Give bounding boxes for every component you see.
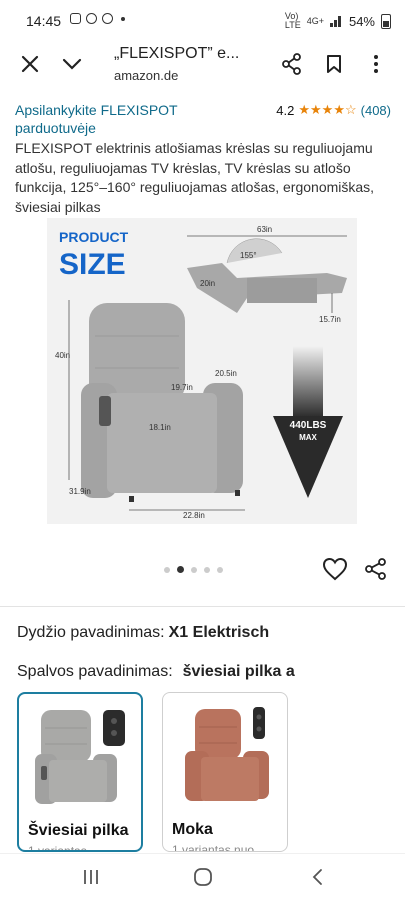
network-type: 4G+ xyxy=(306,15,324,26)
dim-20: 20in xyxy=(200,279,215,288)
light-grey-chair-thumbnail xyxy=(35,710,125,804)
share-icon[interactable] xyxy=(278,50,306,78)
color-label: Spalvos pavadinimas: xyxy=(17,663,173,680)
color-option-subtext: 1 variantas nuo xyxy=(172,843,255,852)
close-icon[interactable] xyxy=(16,50,44,78)
more-notifications-icon xyxy=(121,16,125,21)
dim-205: 20.5in xyxy=(215,369,237,378)
dim-228: 22.8in xyxy=(183,511,205,520)
dim-40: 40in xyxy=(55,351,70,360)
carousel-dot[interactable] xyxy=(164,566,170,573)
rating[interactable]: 4.2 ★★★★☆ (408) xyxy=(276,102,391,118)
heart-icon[interactable] xyxy=(322,557,348,586)
color-option-name: Moka xyxy=(172,821,213,838)
carousel-dot[interactable] xyxy=(177,566,184,573)
color-option-mocha[interactable]: Moka 1 variantas nuo xyxy=(162,692,288,852)
dim-157: 15.7in xyxy=(319,315,341,324)
more-options-icon[interactable] xyxy=(362,50,390,78)
dim-319: 31.9in xyxy=(69,487,91,496)
mocha-chair-thumbnail xyxy=(185,707,269,801)
volte-icon: Vo) LTE xyxy=(284,11,301,30)
page-url: amazon.de xyxy=(114,68,179,83)
carousel-dot[interactable] xyxy=(217,566,223,573)
product-image[interactable]: PRODUCT SIZE 63in 155° 20in 15.7in 40in … xyxy=(47,218,357,524)
sync-icon xyxy=(102,13,113,24)
store-link[interactable]: Apsilankykite FLEXISPOT parduotuvėje xyxy=(15,101,235,137)
star-rating-icon: ★★★★☆ xyxy=(298,102,357,117)
carousel-dot[interactable] xyxy=(191,566,197,573)
dim-181: 18.1in xyxy=(149,423,171,432)
weight-line1: 440LBS xyxy=(290,420,327,431)
color-option-subtext: 1 variantas xyxy=(28,844,87,852)
rating-value: 4.2 xyxy=(276,102,295,118)
recent-apps-icon[interactable] xyxy=(79,867,103,887)
dim-63: 63in xyxy=(257,225,272,234)
home-icon[interactable] xyxy=(191,867,215,887)
weight-line2: MAX xyxy=(299,433,317,442)
size-label: Dydžio pavadinimas: xyxy=(17,624,165,641)
carousel-dot[interactable] xyxy=(204,566,210,573)
gallery-icon xyxy=(70,13,81,24)
notification-icons xyxy=(70,13,125,24)
size-selection: Dydžio pavadinimas: X1 Elektrisch xyxy=(17,624,269,642)
review-count[interactable]: (408) xyxy=(361,103,391,118)
size-value: X1 Elektrisch xyxy=(168,624,270,641)
product-title: FLEXISPOT elektrinis atlošiamas krėslas … xyxy=(15,140,375,215)
battery-icon xyxy=(381,13,391,29)
color-option-light-grey[interactable]: Šviesiai pilka 1 variantas xyxy=(17,692,143,852)
share-product-icon[interactable] xyxy=(364,557,388,586)
color-selection: Spalvos pavadinimas: šviesiai pilka a xyxy=(17,663,295,681)
browser-toolbar: „FLEXISPOT” e... amazon.de xyxy=(0,42,405,92)
page-title: „FLEXISPOT” e... xyxy=(114,45,240,62)
section-divider xyxy=(0,606,405,607)
product-illustration: PRODUCT SIZE 63in 155° 20in 15.7in 40in … xyxy=(47,218,357,524)
battery-percent: 54% xyxy=(348,13,375,29)
status-bar: 14:45 Vo) LTE 4G+ 54% xyxy=(0,0,405,42)
bookmark-icon[interactable] xyxy=(320,50,348,78)
color-value: šviesiai pilka a xyxy=(182,663,295,680)
dim-155: 155° xyxy=(240,251,257,260)
back-icon[interactable] xyxy=(305,867,329,887)
signal-icon xyxy=(329,15,343,27)
accessibility-icon xyxy=(86,13,97,24)
badge-line2: SIZE xyxy=(59,248,126,281)
badge-line1: PRODUCT xyxy=(59,229,129,245)
system-navigation-bar xyxy=(0,853,405,900)
color-option-name: Šviesiai pilka xyxy=(28,822,129,839)
dim-197: 19.7in xyxy=(171,383,193,392)
image-carousel-dots xyxy=(164,566,223,573)
chevron-down-icon[interactable] xyxy=(58,50,86,78)
status-time: 14:45 xyxy=(26,13,62,29)
